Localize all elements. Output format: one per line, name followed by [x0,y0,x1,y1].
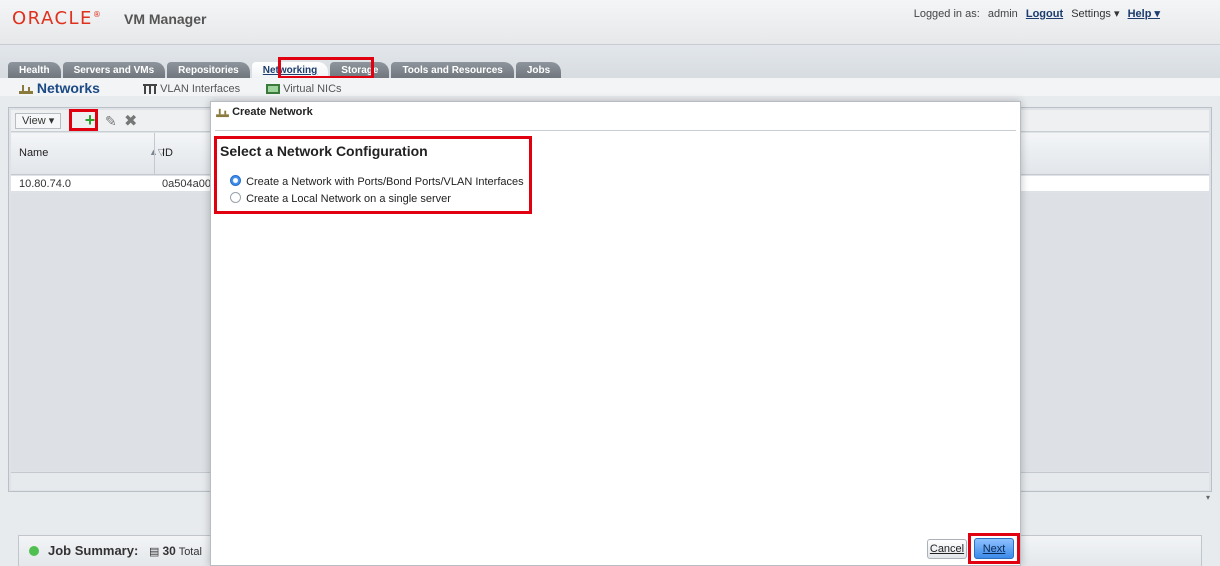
user-area: Logged in as: admin Logout Settings ▾ He… [909,7,1160,20]
next-button-highlight [968,533,1020,564]
oracle-logo: ORACLE® [12,8,101,29]
dialog-divider [215,130,1016,131]
subnav-virtual-nics[interactable]: Virtual NICs [266,83,342,95]
create-network-dialog: Create Network Select a Network Configur… [210,101,1021,566]
dialog-title-text: Create Network [232,106,313,118]
network-id-cell: 0a504a00 [162,178,211,190]
subnav-vlan-label: VLAN Interfaces [160,83,241,95]
sub-navigation: Networks VLAN Interfaces Virtual NICs [0,78,1220,96]
vlan-icon [143,84,157,95]
network-icon [19,85,33,95]
networking-tab-highlight [278,57,374,79]
jobs-total-count: 30 [162,544,176,558]
job-summary-label: Job Summary: [48,543,139,558]
subnav-networks[interactable]: Networks [19,80,100,96]
add-button-highlight [69,109,98,131]
nic-icon [266,84,280,95]
edit-icon[interactable]: ✎ [105,113,117,130]
network-name-cell: 10.80.74.0 [19,178,71,190]
column-divider[interactable] [154,133,155,175]
app-header: ORACLE® VM Manager Logged in as: admin L… [0,0,1220,44]
logout-link[interactable]: Logout [1026,8,1063,20]
calendar-icon: ▤ [149,546,160,558]
jobs-total[interactable]: ▤ 30 Total [149,544,202,558]
column-name-header[interactable]: Name [19,147,48,159]
status-dot-icon [29,546,39,556]
username: admin [987,8,1018,20]
subnav-networks-label: Networks [36,80,100,96]
view-menu-button[interactable]: View ▾ [15,113,62,129]
column-id-header[interactable]: ID [162,147,173,159]
tab-bar: Health Servers and VMs Repositories Netw… [0,44,1220,80]
settings-menu[interactable]: Settings ▾ [1071,8,1119,20]
network-icon [216,108,229,117]
subnav-vnics-label: Virtual NICs [283,83,342,95]
delete-icon[interactable]: ✖ [124,111,137,131]
logged-in-label: Logged in as: [913,8,980,20]
scroll-down-icon[interactable]: ▾ [1206,493,1210,502]
subnav-vlan-interfaces[interactable]: VLAN Interfaces [143,83,240,95]
app-title: VM Manager [124,11,207,27]
dialog-title: Create Network [216,106,313,118]
jobs-total-label: Total [178,546,202,558]
cancel-button[interactable]: Cancel [927,539,967,559]
configuration-highlight [214,136,532,214]
help-menu[interactable]: Help ▾ [1128,8,1160,20]
